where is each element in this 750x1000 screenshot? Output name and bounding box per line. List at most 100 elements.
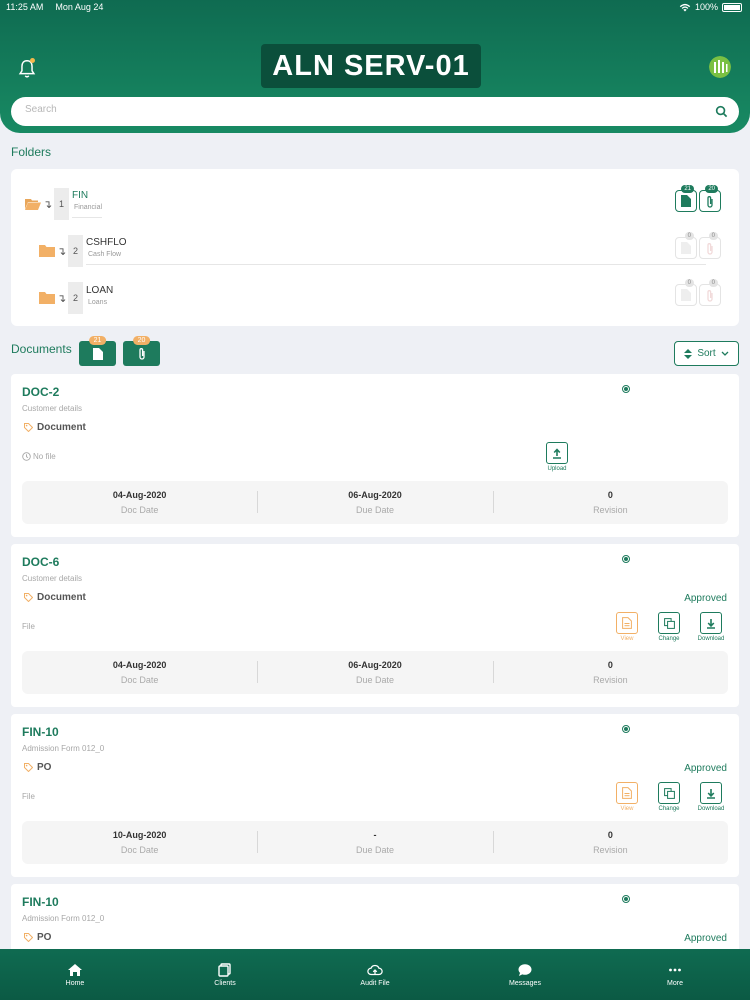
document-tag-label: Document xyxy=(37,592,86,603)
due-date-label: Due Date xyxy=(355,505,394,515)
view-document-icon xyxy=(622,787,632,799)
document-dates: 10-Aug-2020 Doc Date - Due Date 0 Revision xyxy=(22,821,728,864)
document-tag: PO xyxy=(24,762,51,773)
document-tag-label: PO xyxy=(37,932,52,943)
folder-counts: 21 20 xyxy=(675,185,721,212)
download-button[interactable]: Download xyxy=(695,612,727,642)
folder-documents-button[interactable]: 21 xyxy=(675,185,697,212)
app-header: 11:25 AM Mon Aug 24 100% ALN SERV-01 xyxy=(0,0,750,133)
download-icon xyxy=(707,618,715,629)
upload-button[interactable]: Upload xyxy=(541,442,573,472)
upload-icon xyxy=(553,447,561,459)
doc-date-value: 04-Aug-2020 xyxy=(112,490,167,500)
folder-name: CSHFLO xyxy=(86,237,127,248)
document-file-status: File xyxy=(22,622,35,631)
document-file-label: No file xyxy=(33,452,56,461)
nav-messages[interactable]: Messages xyxy=(450,949,600,1000)
document-tag-label: PO xyxy=(37,762,52,773)
folder-attachments-button[interactable]: 0 xyxy=(699,279,721,306)
view-button[interactable]: View xyxy=(611,782,643,812)
nav-audit-file[interactable]: Audit File xyxy=(300,949,450,1000)
due-date-label: Due Date xyxy=(355,845,394,855)
folder-doc-count: 0 xyxy=(684,279,694,287)
folder-attach-count: 0 xyxy=(708,279,718,287)
change-button[interactable]: Change xyxy=(653,782,685,812)
document-select-radio[interactable] xyxy=(622,895,630,903)
tag-icon xyxy=(24,763,33,772)
document-description: Admission Form 012_0 xyxy=(22,914,105,923)
nav-clients[interactable]: Clients xyxy=(150,949,300,1000)
doc-date-value: 04-Aug-2020 xyxy=(112,660,167,670)
document-actions: View Change Download xyxy=(611,612,727,642)
doc-date-label: Doc Date xyxy=(120,675,159,685)
due-date-value: 06-Aug-2020 xyxy=(348,490,402,500)
document-file-label: File xyxy=(22,792,35,801)
folder-counts: 0 0 xyxy=(675,232,721,259)
document-card[interactable]: FIN-10 Admission Form 012_0 PO Approved … xyxy=(11,714,739,877)
due-date-label: Due Date xyxy=(355,675,394,685)
document-code: FIN-10 xyxy=(22,725,59,739)
nav-clients-label: Clients xyxy=(214,979,236,987)
status-bar: 11:25 AM Mon Aug 24 100% xyxy=(6,2,742,16)
revision-value: 0 xyxy=(607,830,613,840)
battery-icon xyxy=(722,2,742,12)
document-description: Customer details xyxy=(22,574,83,583)
documents-heading: Documents xyxy=(11,342,72,356)
status-date: Mon Aug 24 xyxy=(55,2,104,12)
subfolder-arrow-icon: ↴ xyxy=(57,245,67,258)
folder-attachments-button[interactable]: 0 xyxy=(699,232,721,259)
view-label: View xyxy=(620,806,634,812)
battery-percent: 100% xyxy=(694,2,718,12)
document-actions: View Change Download xyxy=(611,782,727,812)
nav-home[interactable]: Home xyxy=(0,949,150,1000)
notification-dot xyxy=(30,58,35,63)
status-badge: Approved xyxy=(684,593,727,604)
attachments-filter-button[interactable]: 20 xyxy=(123,336,160,366)
folder-level: 2 xyxy=(68,235,83,267)
document-icon xyxy=(681,289,691,301)
folder-item-cshflo[interactable]: ↴ 2 CSHFLO Cash Flow xyxy=(39,231,706,271)
document-description: Admission Form 012_0 xyxy=(22,744,105,753)
document-card[interactable]: DOC-6 Customer details Document Approved… xyxy=(11,544,739,707)
document-code: DOC-6 xyxy=(22,555,60,569)
revision-value: 0 xyxy=(607,490,613,500)
sort-button[interactable]: Sort xyxy=(674,341,739,366)
folder-icon xyxy=(39,292,55,304)
change-button[interactable]: Change xyxy=(653,612,685,642)
download-button[interactable]: Download xyxy=(695,782,727,812)
clients-icon xyxy=(218,962,231,977)
view-button[interactable]: View xyxy=(611,612,643,642)
folder-subtitle: Cash Flow xyxy=(88,251,122,258)
documents-filter-button[interactable]: 21 xyxy=(79,336,116,366)
document-file-status: File xyxy=(22,792,35,801)
revision-label: Revision xyxy=(593,845,628,855)
nav-more[interactable]: More xyxy=(600,949,750,1000)
revision-value: 0 xyxy=(607,660,613,670)
view-label: View xyxy=(620,636,634,642)
search-icon[interactable] xyxy=(715,105,728,118)
document-select-radio[interactable] xyxy=(622,725,630,733)
folder-attachments-button[interactable]: 20 xyxy=(699,185,721,212)
page-title: ALN SERV-01 xyxy=(261,44,481,88)
document-code: DOC-2 xyxy=(22,385,60,399)
document-card[interactable]: DOC-2 Customer details Document No file … xyxy=(11,374,739,537)
document-select-radio[interactable] xyxy=(622,385,630,393)
document-select-radio[interactable] xyxy=(622,555,630,563)
more-icon xyxy=(669,968,681,971)
nav-messages-label: Messages xyxy=(509,979,541,987)
folder-documents-button[interactable]: 0 xyxy=(675,232,697,259)
change-label: Change xyxy=(658,806,680,812)
folder-item-loan[interactable]: ↴ 2 LOAN Loans xyxy=(39,278,706,318)
tag-icon xyxy=(24,593,33,602)
subfolder-arrow-icon: ↴ xyxy=(57,292,67,305)
revision-label: Revision xyxy=(593,505,628,515)
folder-open-icon xyxy=(25,199,41,210)
search-input[interactable] xyxy=(25,104,675,115)
folder-item-fin[interactable]: ↴ 1 FIN Financial xyxy=(25,184,103,224)
nav-more-label: More xyxy=(667,979,683,987)
folder-documents-button[interactable]: 0 xyxy=(675,279,697,306)
document-file-label: File xyxy=(22,622,35,631)
folder-icon xyxy=(39,245,55,257)
avatar[interactable] xyxy=(709,56,731,78)
change-label: Change xyxy=(658,636,680,642)
